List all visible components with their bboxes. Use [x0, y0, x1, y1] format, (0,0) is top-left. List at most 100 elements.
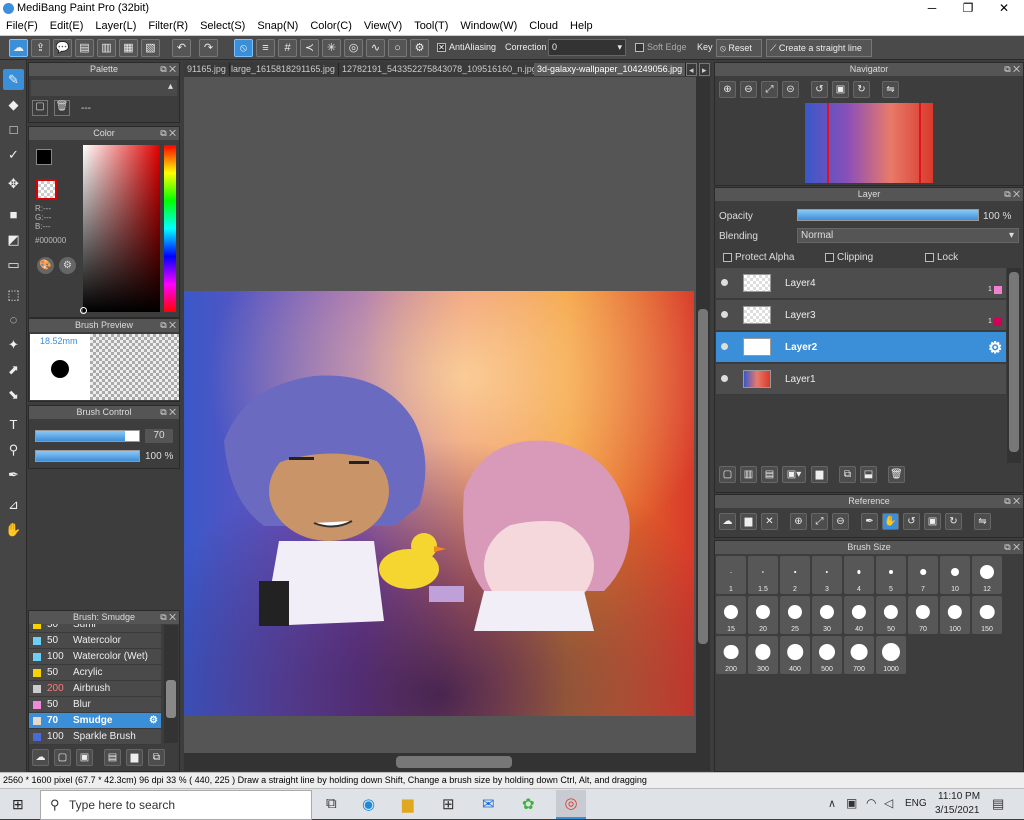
menu-help[interactable]: Help	[570, 20, 593, 32]
cloud-brush-icon[interactable]: ☁	[32, 749, 49, 766]
brush-size-cell[interactable]: 1000	[876, 636, 906, 674]
brush-size-value[interactable]: 70	[145, 429, 173, 443]
radial-line-icon[interactable]: ✳	[322, 39, 341, 57]
horizontal-scroll-thumb[interactable]	[396, 756, 512, 768]
close-button[interactable]: ✕	[986, 0, 1022, 17]
menu-select[interactable]: Select(S)	[200, 20, 245, 32]
brush-size-cell[interactable]: 20	[748, 596, 778, 634]
cloud-icon[interactable]: ☁	[719, 513, 736, 530]
brush-size-cell[interactable]: 30	[812, 596, 842, 634]
frame-icon[interactable]: ▧	[141, 39, 160, 57]
circle-snap-icon[interactable]: ○	[388, 39, 407, 57]
chevron-up-icon[interactable]: ∧	[828, 797, 836, 810]
document-icon[interactable]: ▥	[97, 39, 116, 57]
brush-tool-icon[interactable]: ✎	[3, 69, 24, 90]
menu-layer[interactable]: Layer(L)	[95, 20, 136, 32]
folder-icon[interactable]: ▆	[126, 749, 143, 766]
merge-layer-icon[interactable]: ⬓	[860, 466, 877, 483]
redo-icon[interactable]: ↷	[199, 39, 218, 57]
brush-size-cell[interactable]: 3	[812, 556, 842, 594]
rotate-left-icon[interactable]: ↺	[903, 513, 920, 530]
hue-slider[interactable]	[164, 145, 176, 312]
panel-close-icon[interactable]: ⧉ ✕	[160, 611, 176, 624]
concentric-icon[interactable]: ◎	[344, 39, 363, 57]
brush-size-cell[interactable]: 300	[748, 636, 778, 674]
brush-opacity-slider[interactable]	[35, 450, 140, 462]
eyedropper-icon[interactable]: ✒	[861, 513, 878, 530]
delete-layer-icon[interactable]: 🗑	[888, 466, 905, 483]
viewport-indicator[interactable]	[827, 103, 921, 183]
dropper-icon[interactable]: ⊿	[3, 494, 24, 515]
brush-item[interactable]: 50 Sumi	[29, 624, 161, 633]
reset-view-icon[interactable]: ▣	[832, 81, 849, 98]
share-icon[interactable]: ⇪	[31, 39, 50, 57]
transparent-color[interactable]	[36, 179, 57, 200]
palette-item[interactable]: ---	[81, 103, 91, 114]
antialiasing-checkbox[interactable]: ✕ AntiAliasing	[437, 42, 496, 53]
panel-close-icon[interactable]: ⧉ ✕	[160, 127, 176, 140]
add-brush-icon[interactable]: ▣	[76, 749, 93, 766]
new-8bit-layer-icon[interactable]: ▤	[761, 466, 778, 483]
rectangle-tool-icon[interactable]: □	[3, 119, 24, 140]
brush-size-cell[interactable]: 25	[780, 596, 810, 634]
visibility-icon[interactable]	[721, 311, 728, 318]
color-picker-field[interactable]	[80, 145, 160, 314]
folder-icon[interactable]: ▆	[811, 466, 828, 483]
brush-size-cell[interactable]: 200	[716, 636, 746, 674]
trash-icon[interactable]: 🗑	[54, 100, 70, 116]
tab-document-active[interactable]: 3d-galaxy-wallpaper_104249056.jpg	[534, 63, 687, 76]
zoom-out-icon[interactable]: ⊖	[832, 513, 849, 530]
layer-row[interactable]: Layer3 1	[716, 300, 1006, 331]
brush-item[interactable]: 50 Acrylic	[29, 665, 161, 681]
volume-icon[interactable]: ◁	[884, 796, 893, 810]
undo-icon[interactable]: ↶	[172, 39, 191, 57]
select-eraser-icon[interactable]: ⬊	[3, 384, 24, 405]
panel-close-icon[interactable]: ⧉ ✕	[1004, 495, 1020, 508]
select-rect-icon[interactable]: ⬚	[3, 284, 24, 305]
clock-time[interactable]: 11:10 PM	[938, 791, 980, 802]
panel-close-icon[interactable]: ⧉ ✕	[160, 319, 176, 332]
new-halftone-layer-icon[interactable]: ▥	[740, 466, 757, 483]
brush-size-cell[interactable]: 50	[876, 596, 906, 634]
brush-size-cell[interactable]: 700	[844, 636, 874, 674]
rotate-right-icon[interactable]: ↻	[945, 513, 962, 530]
brush-size-slider[interactable]	[35, 430, 140, 442]
maximize-button[interactable]: ❐	[950, 0, 986, 17]
brush-size-cell[interactable]: 500	[812, 636, 842, 674]
layer-row[interactable]: Layer1	[716, 364, 1006, 395]
add-layer-menu-icon[interactable]: ▣▾	[782, 466, 806, 483]
brush-list-scrollbar[interactable]	[164, 625, 178, 743]
fit-icon[interactable]: ⤢	[811, 513, 828, 530]
cloud-icon[interactable]: ☁	[9, 39, 28, 57]
rotate-left-icon[interactable]: ↺	[811, 81, 828, 98]
edge-icon[interactable]: ◉	[362, 795, 375, 813]
canvas-horizontal-scrollbar[interactable]	[184, 753, 710, 771]
lock-checkbox[interactable]: Lock	[925, 252, 958, 263]
create-straight-line-button[interactable]: ⟋ Create a straight line	[766, 39, 872, 57]
zoom-out-icon[interactable]: ⊖	[740, 81, 757, 98]
open-folder-icon[interactable]: ▆	[740, 513, 757, 530]
rotate-right-icon[interactable]: ↻	[853, 81, 870, 98]
pen-tool-icon[interactable]: ✓	[3, 144, 24, 165]
curve-snap-icon[interactable]: ∿	[366, 39, 385, 57]
menu-file[interactable]: File(F)	[6, 20, 38, 32]
menu-edit[interactable]: Edit(E)	[50, 20, 84, 32]
zoom-in-icon[interactable]: ⊕	[719, 81, 736, 98]
brush-size-cell[interactable]: 15	[716, 596, 746, 634]
menu-view[interactable]: View(V)	[364, 20, 402, 32]
brush-size-cell[interactable]: 1	[716, 556, 746, 594]
page-icon[interactable]: ▤	[75, 39, 94, 57]
menu-window[interactable]: Window(W)	[460, 20, 517, 32]
brush-size-cell[interactable]: 100	[940, 596, 970, 634]
menu-cloud[interactable]: Cloud	[529, 20, 558, 32]
layer-scroll-thumb[interactable]	[1009, 272, 1019, 452]
minimize-button[interactable]: ─	[914, 0, 950, 17]
gear-icon[interactable]: ⚙	[149, 713, 158, 728]
grid-snap-icon[interactable]: #	[278, 39, 297, 57]
tab-document-2[interactable]: large_1615818291165.jpg	[228, 63, 339, 76]
tab-scroll-right-icon[interactable]: ▸	[699, 63, 710, 76]
snap-off-icon[interactable]: ⦸	[234, 39, 253, 57]
visibility-icon[interactable]	[721, 279, 728, 286]
settings-icon[interactable]: ⚙	[410, 39, 429, 57]
scroll-thumb[interactable]	[166, 680, 176, 718]
